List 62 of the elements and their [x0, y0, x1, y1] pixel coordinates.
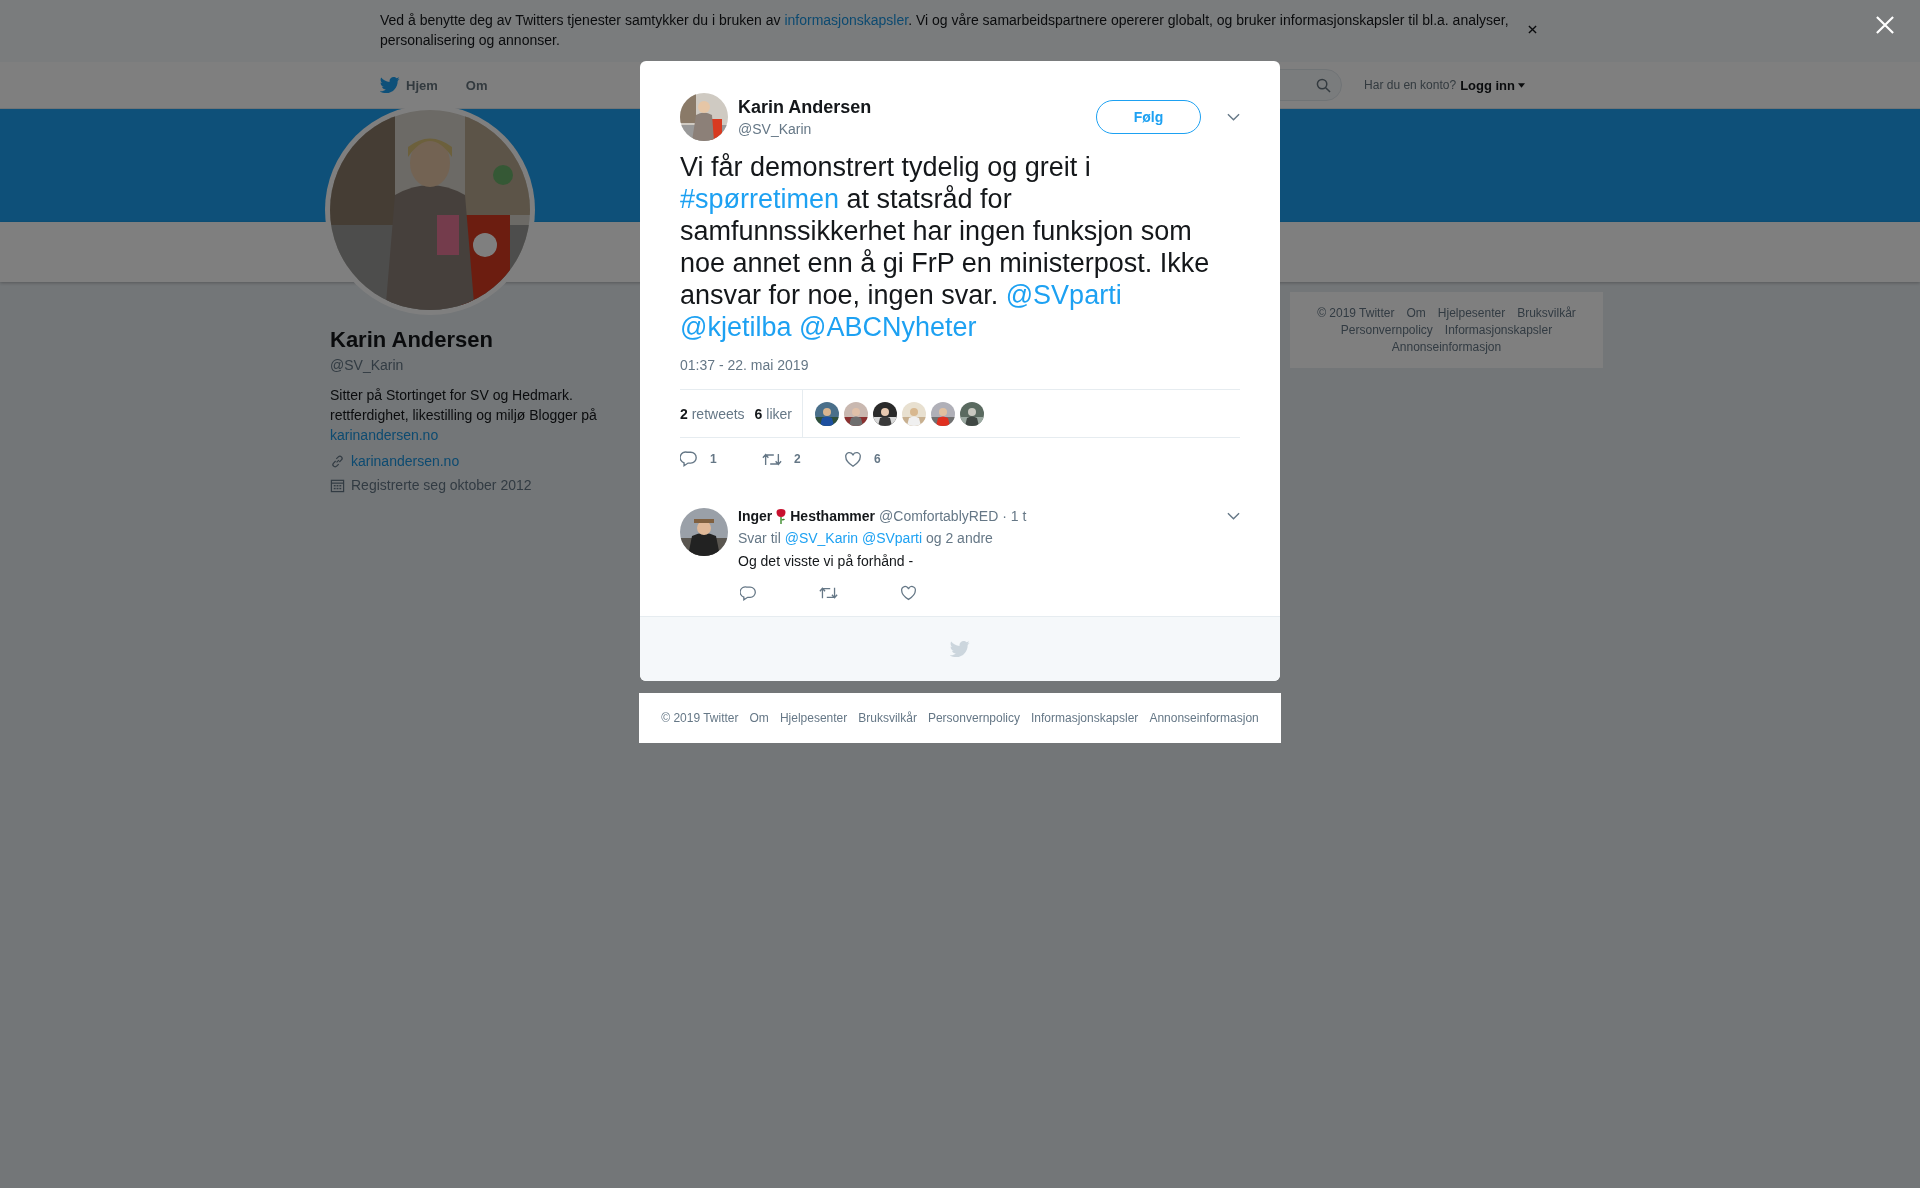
- mention-link[interactable]: @SV_Karin: [784, 530, 859, 546]
- tweet-timestamp: 01:37 - 22. mai 2019: [680, 357, 810, 373]
- nav-link[interactable]: Hjem: [380, 75, 438, 95]
- mention-link[interactable]: @ABCNyheter: [799, 312, 977, 342]
- mention-link[interactable]: @kjetilba: [680, 312, 792, 342]
- cookie-notice: Ved å benytte deg av Twitters tjenester samtykker du i bruken av informasjonskapsler. Vi og våre samarbeidspartnere opererer globalt, og bruker informasjonskapsler til bl.a. analyser, personalisering og annonser.: [380, 11, 1510, 50]
- tweet-text: Vi får demonstrert tydelig og greit i #spørretimen at statsråd for samfunnssikkerhet har ingen funksjon som noe annet enn å gi FrP en ministerpost. Ikke ansvar for noe, ingen svar. @SVparti @kjetilba @ABCNyheter: [680, 151, 1211, 343]
- bio-link[interactable]: karinandersen.no: [330, 427, 439, 443]
- login-link[interactable]: Logg inn: [1460, 77, 1525, 93]
- action-count: 1: [710, 452, 717, 466]
- reply-author-name: Hesthammer: [790, 508, 876, 524]
- stat-link[interactable]: 2 retweets: [680, 405, 745, 422]
- footer-link[interactable]: Informasjonskapsler: [1444, 323, 1553, 337]
- reply-author-handle: @ComfortablyRED: [879, 508, 999, 524]
- heart-icon[interactable]: [900, 585, 917, 601]
- footer-link[interactable]: Hjelpesenter: [1437, 306, 1506, 320]
- author-handle: @SV_Karin: [738, 121, 813, 137]
- reply-text: Og det visste vi på forhånd -: [738, 553, 915, 569]
- footer-link[interactable]: Bruksvilkår: [858, 711, 917, 725]
- cookie-link[interactable]: informasjonskapsler: [784, 12, 909, 28]
- heart-icon[interactable]: [844, 450, 862, 468]
- bird-icon: [950, 639, 970, 659]
- login-prompt: Har du en konto?: [1364, 78, 1457, 92]
- profile-name: Karin Andersen: [330, 327, 494, 353]
- chevron-icon[interactable]: [1227, 113, 1240, 121]
- joined-date: Registrerte seg oktober 2012: [351, 477, 532, 493]
- footer-link[interactable]: Annonseinformasjon: [1149, 711, 1259, 725]
- author-name: Karin Andersen: [738, 97, 873, 118]
- nav-link[interactable]: Om: [465, 77, 488, 93]
- caret-icon[interactable]: [1518, 82, 1525, 88]
- website-link[interactable]: karinandersen.no: [351, 453, 460, 469]
- mention-link[interactable]: @SVparti: [1005, 280, 1122, 310]
- footer-link[interactable]: Informasjonskapsler: [1031, 711, 1139, 725]
- footer-link[interactable]: Annonseinformasjon: [1391, 340, 1502, 354]
- reply-to-line: Svar til @SV_Karin @SVparti og 2 andre: [738, 530, 994, 546]
- footer-link[interactable]: Bruksvilkår: [1517, 306, 1576, 320]
- profile-handle: @SV_Karin: [330, 357, 405, 373]
- profile-bio: Sitter på Stortinget for SV og Hedmark. rettferdighet, likestilling og miljø Blogger på karinandersen.no: [330, 386, 598, 445]
- search-icon[interactable]: [1316, 77, 1332, 93]
- chevron-icon[interactable]: [1227, 512, 1240, 520]
- action-count: 2: [794, 452, 801, 466]
- reply-icon[interactable]: [680, 450, 698, 468]
- retweet-icon[interactable]: [819, 585, 838, 601]
- footer-link[interactable]: Hjelpesenter: [779, 711, 848, 725]
- hashtag-link[interactable]: #spørretimen: [680, 184, 840, 214]
- reply-time: · 1 t: [1002, 508, 1027, 524]
- reply-author-name: Inger: [738, 508, 773, 524]
- link-icon: [330, 454, 345, 469]
- close-icon[interactable]: [1528, 25, 1537, 34]
- stat-link[interactable]: 6 liker: [754, 405, 792, 422]
- follow-button[interactable]: Følg: [1096, 100, 1201, 134]
- footer-link[interactable]: Personvernpolicy: [927, 711, 1020, 725]
- footer-link[interactable]: Om: [749, 711, 769, 725]
- action-count: 6: [874, 452, 881, 466]
- calendar-icon: [330, 478, 345, 493]
- mention-link[interactable]: @SVparti: [861, 530, 923, 546]
- footer-link[interactable]: Om: [1406, 306, 1426, 320]
- footer-link[interactable]: Personvernpolicy: [1340, 323, 1433, 337]
- footer-link[interactable]: © 2019 Twitter: [661, 711, 739, 725]
- reply-icon[interactable]: [740, 585, 757, 602]
- footer-link[interactable]: © 2019 Twitter: [1317, 306, 1395, 320]
- rose-icon: [775, 508, 788, 524]
